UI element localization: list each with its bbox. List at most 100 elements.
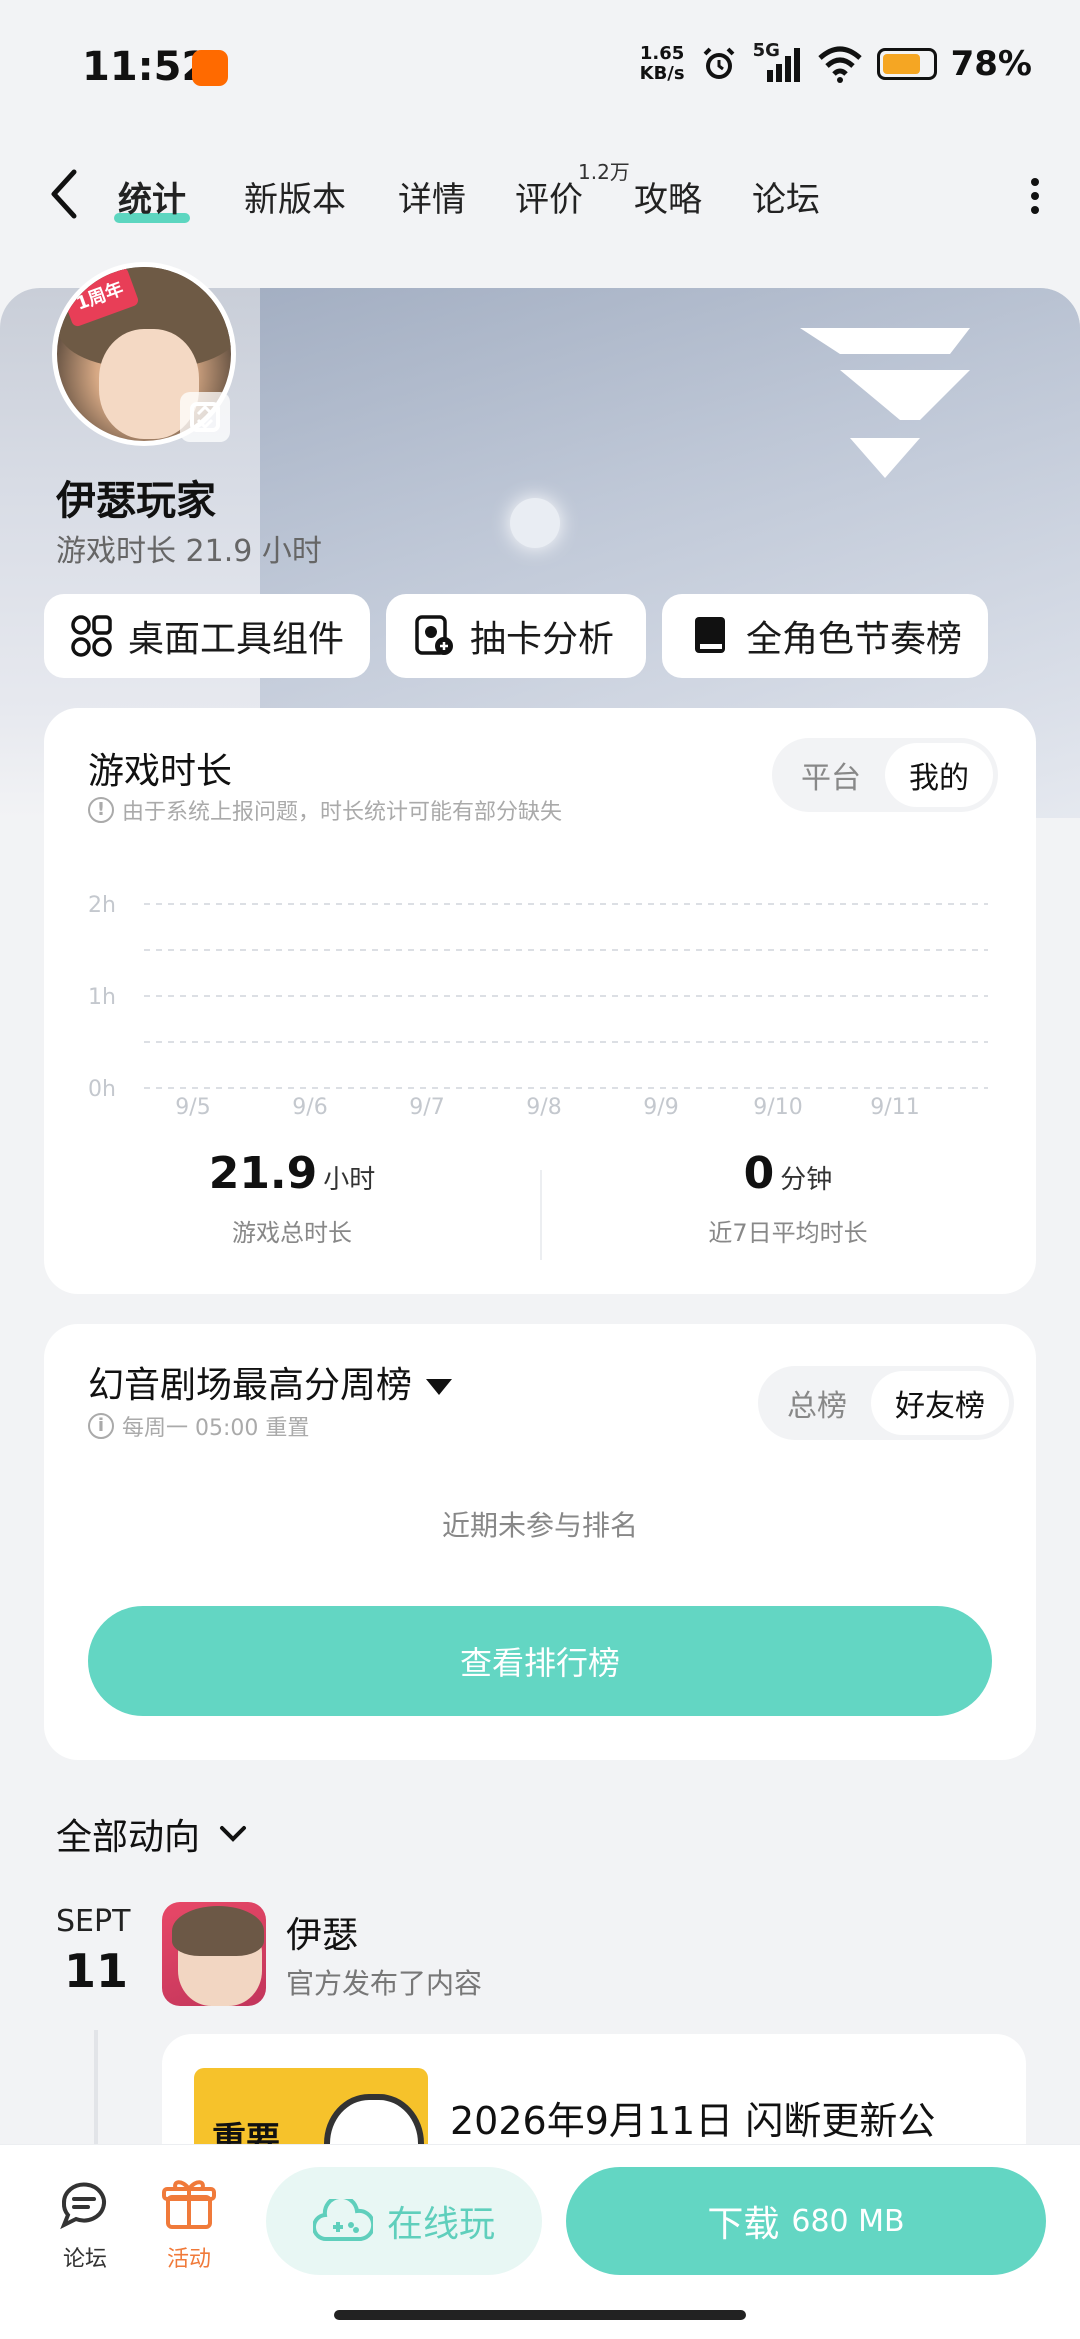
tab-new-version[interactable]: 新版本 [244,172,346,221]
home-indicator[interactable] [334,2310,746,2320]
playtime-scope-toggle: 平台 我的 [772,738,998,812]
notification-app-icon [192,50,228,86]
y-tick-label: 1h [88,985,116,1010]
wifi-icon [817,46,862,83]
leaderboard-scope-toggle: 总榜 好友榜 [758,1366,1014,1440]
scope-friends-option[interactable]: 好友榜 [871,1371,1009,1435]
view-leaderboard-button[interactable]: 查看排行榜 [88,1606,992,1716]
feed-author-avatar[interactable] [162,1902,266,2006]
total-playtime-unit: 小时 [323,1165,376,1195]
feed-action-text: 官方发布了内容 [286,1967,483,2000]
net-speed: 1.65 KB/s [640,44,685,84]
back-icon[interactable] [40,164,90,224]
tab-stats[interactable]: 统计 [114,172,190,223]
online-play-label: 在线玩 [386,2204,495,2245]
forum-chat-icon [60,2182,106,2230]
cloud-gamepad-icon [312,2199,373,2242]
profile-playtime: 游戏时长 21.9 小时 [56,534,322,569]
alarm-icon [703,47,735,79]
tab-details[interactable]: 详情 [398,172,466,221]
gacha-analysis-label: 抽卡分析 [470,619,615,660]
leaderboard-title: 幻音剧场最高分周榜 [88,1365,413,1406]
scope-overall-option[interactable]: 总榜 [763,1371,871,1435]
download-size: 680 MB [791,2203,905,2239]
scope-platform-option[interactable]: 平台 [777,743,885,807]
battery-icon [876,48,937,80]
tab-guides[interactable]: 攻略 [634,172,702,221]
battery-fill [882,54,921,74]
cellular-signal: 5G [753,40,803,84]
leaderboard-empty-message: 近期未参与排名 [441,1509,638,1542]
download-button[interactable]: 下载 680 MB [566,2167,1046,2275]
x-tick-label: 9/9 [643,1095,678,1118]
download-label: 下载 [707,2204,780,2245]
avg-playtime-unit: 分钟 [780,1165,833,1195]
playtime-card: 游戏时长 ! 由于系统上报问题，时长统计可能有部分缺失 平台 我的 0h 1h 2h… [44,708,1036,1294]
caret-down-icon [426,1379,453,1395]
post-title: 2026年9月11日 闪断更新公 [450,2099,936,2143]
activity-nav-button[interactable]: 活动 [144,2175,234,2273]
tab-forum[interactable]: 论坛 [752,172,820,221]
net-speed-unit: KB/s [639,63,685,84]
feed-date-month: SEPT [56,1904,131,1939]
tab-reviews[interactable]: 评价 [515,172,583,221]
activity-nav-label: 活动 [166,2247,211,2272]
leaderboard-note-text: 每周一 05:00 重置 [122,1416,310,1441]
review-count-badge: 1.2万 [578,160,630,184]
leaderboard-title-dropdown[interactable]: 幻音剧场最高分周榜 [88,1356,453,1408]
gacha-analysis-icon [415,615,454,655]
leaderboard-note: i 每周一 05:00 重置 [88,1410,309,1442]
quick-actions: 桌面工具组件 抽卡分析 全角色节奏榜 [44,594,989,678]
avg-playtime-label: 近7日平均时长 [708,1219,868,1247]
scope-mine-option[interactable]: 我的 [885,743,993,807]
y-tick-label: 0h [88,1077,116,1102]
desktop-widget-label: 桌面工具组件 [128,619,345,660]
username: 伊瑟玩家 [56,478,216,524]
total-playtime-stat: 21.9 小时 游戏总时长 [44,1148,540,1248]
book-icon [695,617,726,653]
status-icons: 1.65 KB/s 5G 78% [640,40,1032,84]
net-speed-value: 1.65 [639,43,685,64]
feed-filter-dropdown[interactable]: 全部动向 [56,1808,248,1860]
x-tick-label: 9/5 [175,1095,210,1118]
total-playtime-label: 游戏总时长 [232,1219,352,1247]
desktop-widget-button[interactable]: 桌面工具组件 [44,594,371,678]
info-icon: ! [88,797,114,823]
total-playtime-value: 21.9 [208,1148,318,1199]
forum-nav-label: 论坛 [62,2247,107,2272]
feed-author-name[interactable]: 伊瑟 [286,1906,358,1958]
game-logo-icon [800,328,970,478]
status-bar: 11:52 1.65 KB/s 5G 78% [0,0,1080,140]
info-icon: i [88,1413,114,1439]
gift-icon [162,2180,216,2229]
playtime-note: ! 由于系统上报问题，时长统计可能有部分缺失 [88,794,562,826]
playtime-chart: 0h 1h 2h 9/5 9/6 9/7 9/8 9/9 9/10 9/11 [88,893,988,1118]
chevron-down-icon [220,1826,247,1842]
online-play-button[interactable]: 在线玩 [266,2167,542,2275]
character-tier-label: 全角色节奏榜 [746,619,963,660]
playtime-title: 游戏时长 [88,751,233,792]
widget-grid-icon [71,615,112,657]
feed-filter-label: 全部动向 [56,1817,201,1858]
tab-stats-label: 统计 [118,180,186,220]
more-icon[interactable] [1020,174,1050,218]
feed-avatar-hair [172,1906,264,1956]
forum-nav-button[interactable]: 论坛 [40,2175,130,2273]
x-tick-label: 9/10 [753,1095,802,1118]
battery-percent: 78% [950,44,1032,84]
switch-account-icon[interactable] [180,392,230,442]
banner-moon [510,498,560,548]
status-time: 11:52 [82,44,210,90]
avg-playtime-value: 0 [743,1148,775,1199]
avg-playtime-stat: 0 分钟 近7日平均时长 [540,1148,1036,1248]
playtime-note-text: 由于系统上报问题，时长统计可能有部分缺失 [122,800,563,825]
character-tier-button[interactable]: 全角色节奏榜 [662,594,989,678]
x-tick-label: 9/8 [526,1095,561,1118]
x-tick-label: 9/11 [870,1095,919,1118]
x-tick-label: 9/7 [409,1095,444,1118]
signal-icon [766,48,800,82]
y-tick-label: 2h [88,893,116,918]
feed-date-day: 11 [64,1944,129,1998]
gacha-analysis-button[interactable]: 抽卡分析 [386,594,647,678]
leaderboard-card: 幻音剧场最高分周榜 i 每周一 05:00 重置 总榜 好友榜 近期未参与排名 … [44,1324,1036,1760]
